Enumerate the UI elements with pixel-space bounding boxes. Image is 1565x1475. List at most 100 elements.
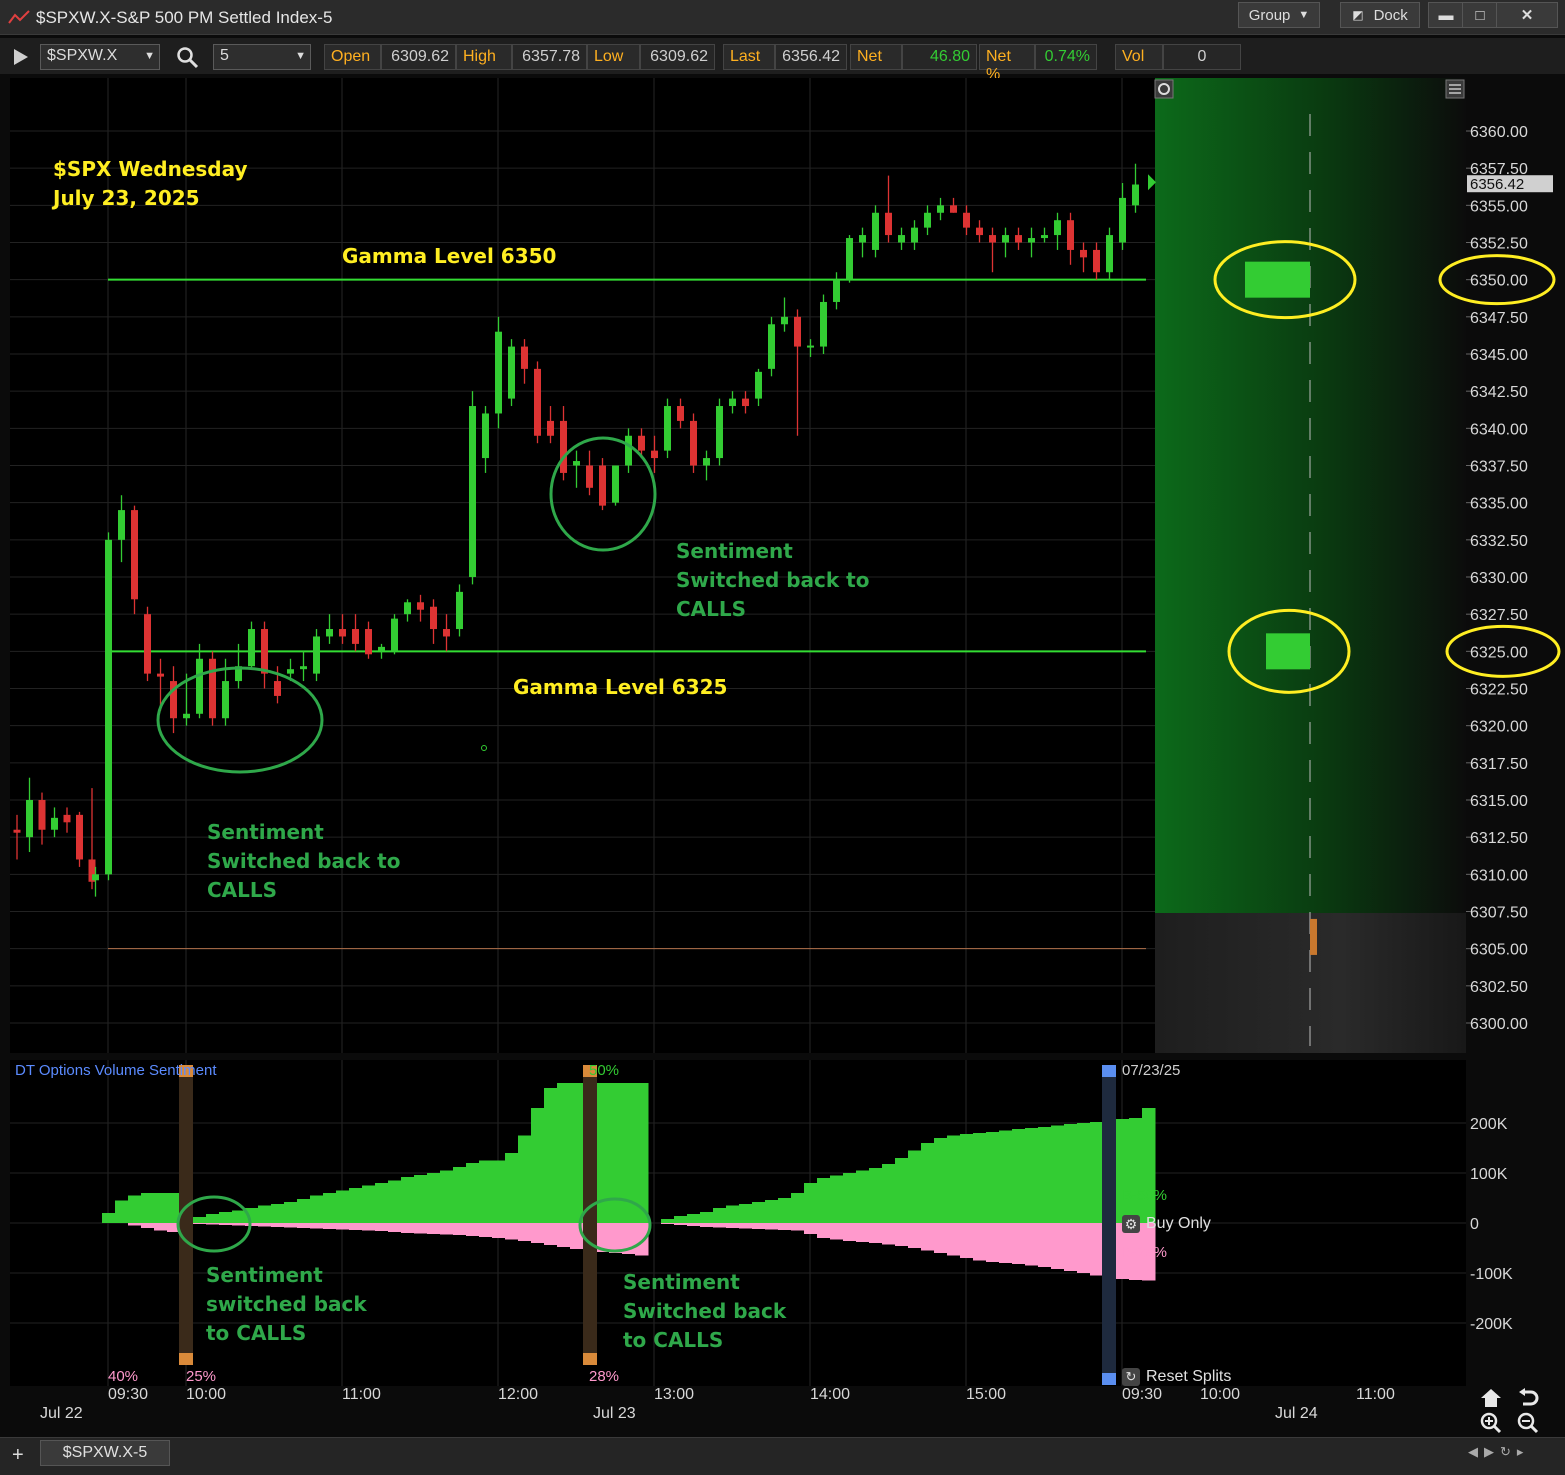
candle-body[interactable]	[885, 212, 892, 236]
candle-body[interactable]	[378, 646, 385, 652]
symbol-input[interactable]: $SPXW.X ▼	[40, 44, 160, 70]
candle-body[interactable]	[1106, 235, 1113, 273]
candle-body[interactable]	[1054, 220, 1061, 236]
candle-body[interactable]	[51, 817, 58, 830]
play-icon[interactable]	[12, 47, 30, 67]
buy-only-button[interactable]: ⚙ Buy Only	[1122, 1214, 1211, 1234]
candle-body[interactable]	[820, 301, 827, 347]
candle-body[interactable]	[742, 398, 749, 407]
candle-body[interactable]	[781, 316, 788, 325]
current-split-top-handle[interactable]	[1102, 1065, 1116, 1077]
candle-body[interactable]	[248, 629, 255, 667]
candle-body[interactable]	[404, 602, 411, 615]
chevron-down-icon[interactable]: ▼	[295, 50, 306, 62]
candle-body[interactable]	[326, 629, 333, 637]
candle-body[interactable]	[118, 510, 125, 540]
sentiment-indicator-panel[interactable]: 200K 100K 0 -100K -200K	[0, 1056, 1565, 1436]
candle-body[interactable]	[755, 371, 762, 399]
candle-body[interactable]	[495, 331, 502, 414]
candle-body[interactable]	[417, 602, 424, 610]
candle-body[interactable]	[443, 629, 450, 637]
candle-body[interactable]	[196, 658, 203, 714]
candle-body[interactable]	[794, 316, 801, 347]
interval-select[interactable]: 5 ▼	[213, 44, 311, 70]
candle-body[interactable]	[625, 435, 632, 466]
zoom-out-icon[interactable]	[1517, 1412, 1539, 1434]
candle-body[interactable]	[950, 205, 957, 213]
candle-body[interactable]	[1028, 238, 1035, 243]
candle-body[interactable]	[599, 465, 606, 506]
split-marker-2-bottom-handle[interactable]	[583, 1353, 597, 1365]
candle-body[interactable]	[586, 465, 593, 488]
tab-spxw[interactable]: $SPXW.X-5	[40, 1440, 170, 1466]
candle-body[interactable]	[1080, 249, 1087, 258]
candle-body[interactable]	[508, 346, 515, 399]
candle-body[interactable]	[352, 629, 359, 644]
add-tab-icon[interactable]: +	[12, 1444, 24, 1467]
candle-body[interactable]	[872, 212, 879, 250]
candle-body[interactable]	[287, 669, 294, 674]
gear-icon[interactable]	[1154, 79, 1174, 99]
candle-body[interactable]	[989, 235, 996, 243]
candle-body[interactable]	[456, 591, 463, 630]
candle-body[interactable]	[469, 406, 476, 577]
split-marker-2[interactable]	[583, 1065, 597, 1365]
candle-body[interactable]	[76, 814, 83, 860]
candle-body[interactable]	[183, 713, 190, 719]
candle-body[interactable]	[222, 681, 229, 719]
candle-body[interactable]	[92, 874, 99, 881]
zoom-in-icon[interactable]	[1480, 1412, 1502, 1434]
chevron-down-icon[interactable]: ▼	[144, 50, 155, 62]
candle-body[interactable]	[768, 324, 775, 369]
candle-body[interactable]	[339, 629, 346, 637]
candle-body[interactable]	[1132, 184, 1139, 206]
candle-body[interactable]	[1093, 249, 1100, 273]
candle-body[interactable]	[547, 420, 554, 436]
current-split-bottom-handle[interactable]	[1102, 1373, 1116, 1385]
candle-body[interactable]	[716, 406, 723, 459]
candle-body[interactable]	[391, 618, 398, 652]
candle-body[interactable]	[1067, 220, 1074, 250]
maximize-button[interactable]: □	[1462, 2, 1498, 28]
candle-body[interactable]	[430, 606, 437, 630]
candle-body[interactable]	[209, 658, 216, 719]
candle-body[interactable]	[612, 465, 619, 503]
candle-body[interactable]	[976, 227, 983, 236]
undo-icon[interactable]	[1517, 1388, 1539, 1408]
candle-body[interactable]	[560, 420, 567, 473]
candle-body[interactable]	[482, 413, 489, 459]
candle-body[interactable]	[144, 614, 151, 674]
candle-body[interactable]	[677, 406, 684, 421]
candle-body[interactable]	[833, 279, 840, 302]
reset-icon[interactable]: ↻	[1122, 1368, 1140, 1386]
search-icon[interactable]	[176, 46, 200, 70]
candle-body[interactable]	[651, 450, 658, 459]
candle-body[interactable]	[963, 212, 970, 228]
current-split-marker[interactable]	[1102, 1065, 1116, 1385]
candle-body[interactable]	[365, 629, 372, 655]
candle-body[interactable]	[63, 814, 71, 823]
candle-body[interactable]	[534, 368, 541, 436]
candle-body[interactable]	[1002, 235, 1009, 243]
candle-body[interactable]	[703, 458, 710, 466]
candle-body[interactable]	[261, 629, 268, 674]
candle-body[interactable]	[664, 406, 671, 451]
candle-body[interactable]	[521, 346, 528, 369]
candle-body[interactable]	[274, 681, 281, 696]
candle-body[interactable]	[690, 420, 697, 466]
dock-button[interactable]: ◩ Dock	[1340, 2, 1420, 28]
candle-body[interactable]	[131, 510, 138, 600]
candle-body[interactable]	[1041, 235, 1048, 239]
candle-body[interactable]	[729, 398, 736, 407]
candle-body[interactable]	[924, 212, 931, 228]
home-icon[interactable]	[1480, 1388, 1502, 1408]
candle-body[interactable]	[846, 238, 853, 280]
candle-body[interactable]	[911, 227, 918, 243]
candle-body[interactable]	[638, 435, 645, 451]
split-marker-1-bottom-handle[interactable]	[179, 1353, 193, 1365]
candle-body[interactable]	[1015, 235, 1022, 243]
gear-icon[interactable]: ⚙	[1122, 1215, 1140, 1233]
candle-body[interactable]	[157, 673, 164, 677]
reset-splits-button[interactable]: ↻ Reset Splits	[1122, 1367, 1231, 1387]
candle-body[interactable]	[105, 539, 112, 875]
